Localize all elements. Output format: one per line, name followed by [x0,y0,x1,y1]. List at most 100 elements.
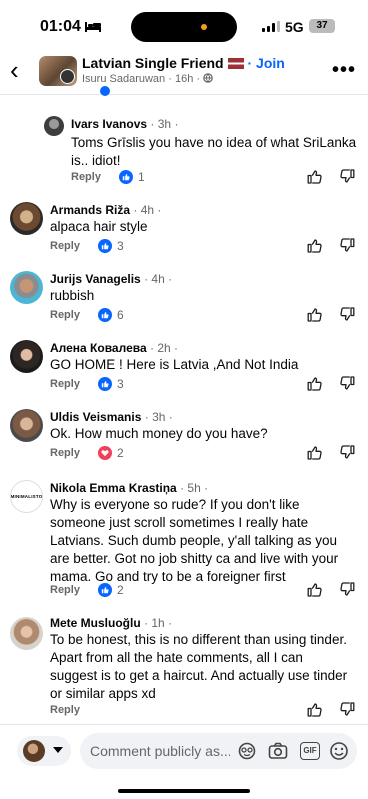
commenter-name[interactable]: Алена Ковалева · 2h · [50,341,178,355]
reaction-count: 2 [117,583,124,597]
reply-button[interactable]: Reply [50,240,80,252]
comment-item: Armands Riža · 4h · alpaca hair style Re… [0,196,368,262]
like-reaction-icon [98,377,112,391]
commenter-avatar[interactable] [10,202,43,235]
chevron-down-icon [53,747,63,753]
comment-text: Ok. How much money do you have? [50,426,268,441]
dislike-icon[interactable] [340,237,356,253]
comment-text: alpaca hair style [50,219,148,234]
like-icon[interactable] [306,237,322,253]
emoji-icon[interactable] [329,742,349,760]
comment-time: 5h [187,481,201,495]
dislike-icon[interactable] [340,444,356,460]
back-icon[interactable]: ‹ [10,57,19,83]
comment-input[interactable] [90,733,230,769]
comment-time: 3h [157,117,172,131]
reply-button[interactable]: Reply [50,447,80,459]
avatar-logo-text: MINIMALISTO [10,494,43,499]
comment-time: 2h [157,341,171,355]
dislike-icon[interactable] [340,375,356,391]
reaction-summary[interactable]: 3 [98,377,124,391]
comment-composer: GIF [0,724,368,799]
commenter-avatar[interactable] [10,617,43,650]
more-options-icon[interactable]: ••• [332,59,356,82]
comment-item: Алена Ковалева · 2h · GO HOME ! Here is … [0,334,368,400]
author-name[interactable]: Isuru Sadaruwan [82,73,165,85]
commenter-name[interactable]: Uldis Veismanis · 3h · [50,410,173,424]
like-icon[interactable] [306,375,322,391]
post-header: ‹ Latvian Single Friend · Join Isuru Sad… [0,50,368,94]
avatar-sticker-icon[interactable] [237,742,257,760]
battery-icon: 37 [309,19,335,33]
like-reaction-icon [98,583,112,597]
dislike-icon[interactable] [340,581,356,597]
comment-item: Uldis Veismanis · 3h · Ok. How much mone… [0,403,368,469]
reaction-count: 1 [138,170,145,184]
like-reaction-icon [119,170,133,184]
like-icon[interactable] [306,168,322,184]
commenter-avatar[interactable] [44,116,64,136]
comment-text: GO HOME ! Here is Latvia ,And Not India [50,357,299,372]
comment-time: 3h [152,410,166,424]
commenter-name[interactable]: Armands Riža · 4h · [50,203,161,217]
comment-text: Why is everyone so rude? If you don't li… [50,497,339,584]
comment-box[interactable]: GIF [80,733,357,769]
like-icon[interactable] [306,444,322,460]
identity-switcher[interactable] [17,736,71,766]
commenter-avatar[interactable] [10,271,43,304]
comment-time: 4h [140,203,155,217]
reaction-count: 3 [117,239,124,253]
globe-icon [203,73,213,83]
like-icon[interactable] [306,306,322,322]
group-title[interactable]: Latvian Single Friend · Join [82,55,285,71]
commenter-name[interactable]: Mete Musluoğlu · 1h · [50,616,172,630]
dynamic-island [131,12,237,42]
reaction-summary[interactable]: 2 [98,583,124,597]
commenter-name[interactable]: Jurijs Vanagelis · 4h · [50,272,172,286]
reaction-count: 6 [117,308,124,322]
reaction-summary[interactable]: 2 [98,446,124,460]
reaction-count: 3 [117,377,124,391]
commenter-avatar[interactable] [10,340,43,373]
home-indicator [118,789,250,793]
gif-button[interactable]: GIF [300,742,320,760]
reply-button[interactable]: Reply [50,378,80,390]
like-icon[interactable] [306,581,322,597]
like-icon[interactable] [306,701,322,717]
dislike-icon[interactable] [340,168,356,184]
reaction-summary[interactable]: 1 [119,170,145,184]
comment-text: rubbish [50,288,95,303]
reaction-summary[interactable]: 6 [98,308,124,322]
join-button[interactable]: · Join [247,55,284,71]
commenter-name[interactable]: Ivars Ivanovs · 3h · [71,117,178,131]
reaction-count: 2 [117,446,124,460]
network-type: 5G [285,19,304,35]
comment-text: To be honest, this is no different than … [50,632,348,701]
comment-item: Jurijs Vanagelis · 4h · rubbish Reply 6 [0,265,368,331]
status-bar: 01:04 5G 37 [0,0,368,50]
group-avatar[interactable] [39,56,77,86]
camera-icon[interactable] [268,742,288,760]
comment-item: Mete Musluoğlu · 1h · To be honest, this… [0,609,368,721]
reaction-summary[interactable]: 3 [98,239,124,253]
reply-button[interactable]: Reply [50,584,80,596]
group-name: Latvian Single Friend [82,55,224,71]
header-divider [0,94,368,95]
comment-item: MINIMALISTO Nikola Emma Krastiņa · 5h · … [0,472,368,602]
commenter-avatar[interactable] [10,409,43,442]
commenter-name[interactable]: Nikola Emma Krastiņa · 5h · [50,481,208,495]
recording-indicator [201,24,207,30]
comment-text: Toms Grīslis you have no idea of what Sr… [71,135,357,168]
dislike-icon[interactable] [340,701,356,717]
post-time: 16h [174,73,194,85]
reply-button[interactable]: Reply [71,171,101,183]
dislike-icon[interactable] [340,306,356,322]
reply-button[interactable]: Reply [50,309,80,321]
post-meta: Isuru Sadaruwan · 16h · [82,73,213,85]
commenter-avatar[interactable]: MINIMALISTO [10,480,43,513]
latvia-flag-icon [227,58,244,69]
signal-icon [262,21,280,32]
like-reaction-icon [98,239,112,253]
comment-time: 1h [151,616,165,630]
reply-button[interactable]: Reply [50,704,80,716]
